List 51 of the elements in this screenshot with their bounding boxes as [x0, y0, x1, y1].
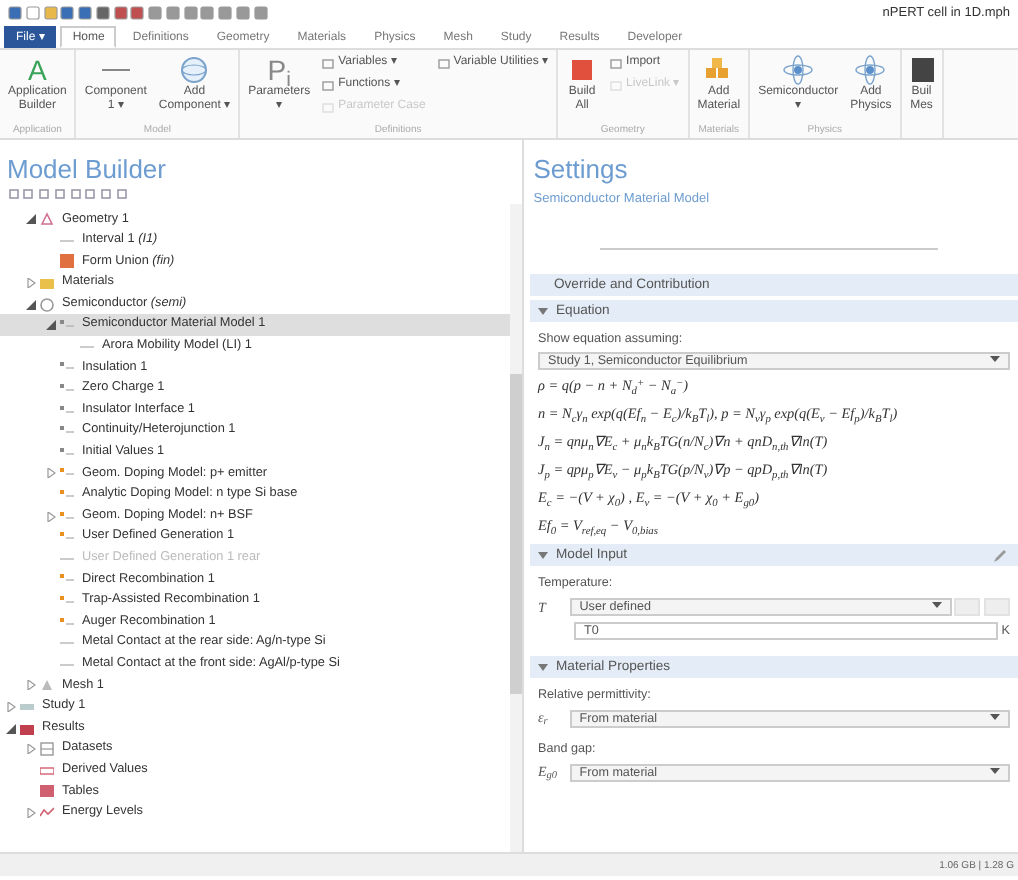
atom-icon: [854, 54, 887, 86]
expanded-icon[interactable]: [46, 320, 56, 331]
expanded-icon[interactable]: [26, 299, 36, 310]
geometry-icon: [40, 212, 54, 227]
union-icon: [60, 254, 74, 269]
node-icon: [60, 466, 74, 481]
expanded-icon[interactable]: [538, 305, 548, 316]
node-icon: [60, 572, 74, 587]
node-icon: [60, 318, 74, 333]
letter-icon: P$_{i}$: [267, 54, 291, 86]
expanded-icon[interactable]: [538, 661, 548, 672]
caret-icon: [931, 600, 941, 611]
plot-icon: [40, 805, 54, 820]
node-icon: [60, 488, 74, 503]
node-icon: [60, 445, 74, 460]
derived-values-icon: [40, 763, 54, 778]
physics-icon: [40, 297, 54, 312]
collapsed-icon[interactable]: [6, 701, 16, 712]
collapsed-icon[interactable]: [26, 744, 36, 755]
expanded-icon[interactable]: [26, 214, 36, 225]
node-icon: [60, 615, 74, 630]
node-icon: [60, 382, 74, 397]
node-icon: [60, 593, 74, 608]
caret-icon: [990, 711, 1000, 722]
letter-icon: A: [28, 54, 47, 86]
node-icon: [60, 509, 74, 524]
pencil-icon[interactable]: [994, 549, 1006, 562]
collapsed-icon[interactable]: [46, 511, 56, 522]
atom-icon: [782, 54, 815, 86]
sphere-icon: [178, 54, 211, 86]
node-icon: [60, 424, 74, 439]
node-icon: [60, 530, 74, 545]
caret-icon: [990, 765, 1000, 776]
small-icon: [437, 57, 450, 69]
panel-title: Model Builder: [7, 156, 168, 184]
line-icon: [99, 68, 132, 72]
panel-title: Settings: [533, 156, 630, 184]
dataset-icon: [40, 742, 54, 757]
scrollbar[interactable]: [510, 203, 522, 852]
collapsed-icon[interactable]: [26, 680, 36, 691]
mesh-block-icon: [909, 54, 934, 86]
node-icon: [60, 360, 74, 375]
caret-icon: [990, 354, 1000, 365]
expanded-icon[interactable]: [6, 723, 16, 734]
collapsed-icon[interactable]: [26, 278, 36, 289]
collapsed-icon[interactable]: [46, 468, 56, 479]
node-icon: [60, 403, 74, 418]
expanded-icon[interactable]: [538, 550, 548, 561]
mesh-icon: [40, 678, 54, 693]
results-folder-icon: [20, 721, 34, 736]
collapsed-icon[interactable]: [26, 807, 36, 818]
